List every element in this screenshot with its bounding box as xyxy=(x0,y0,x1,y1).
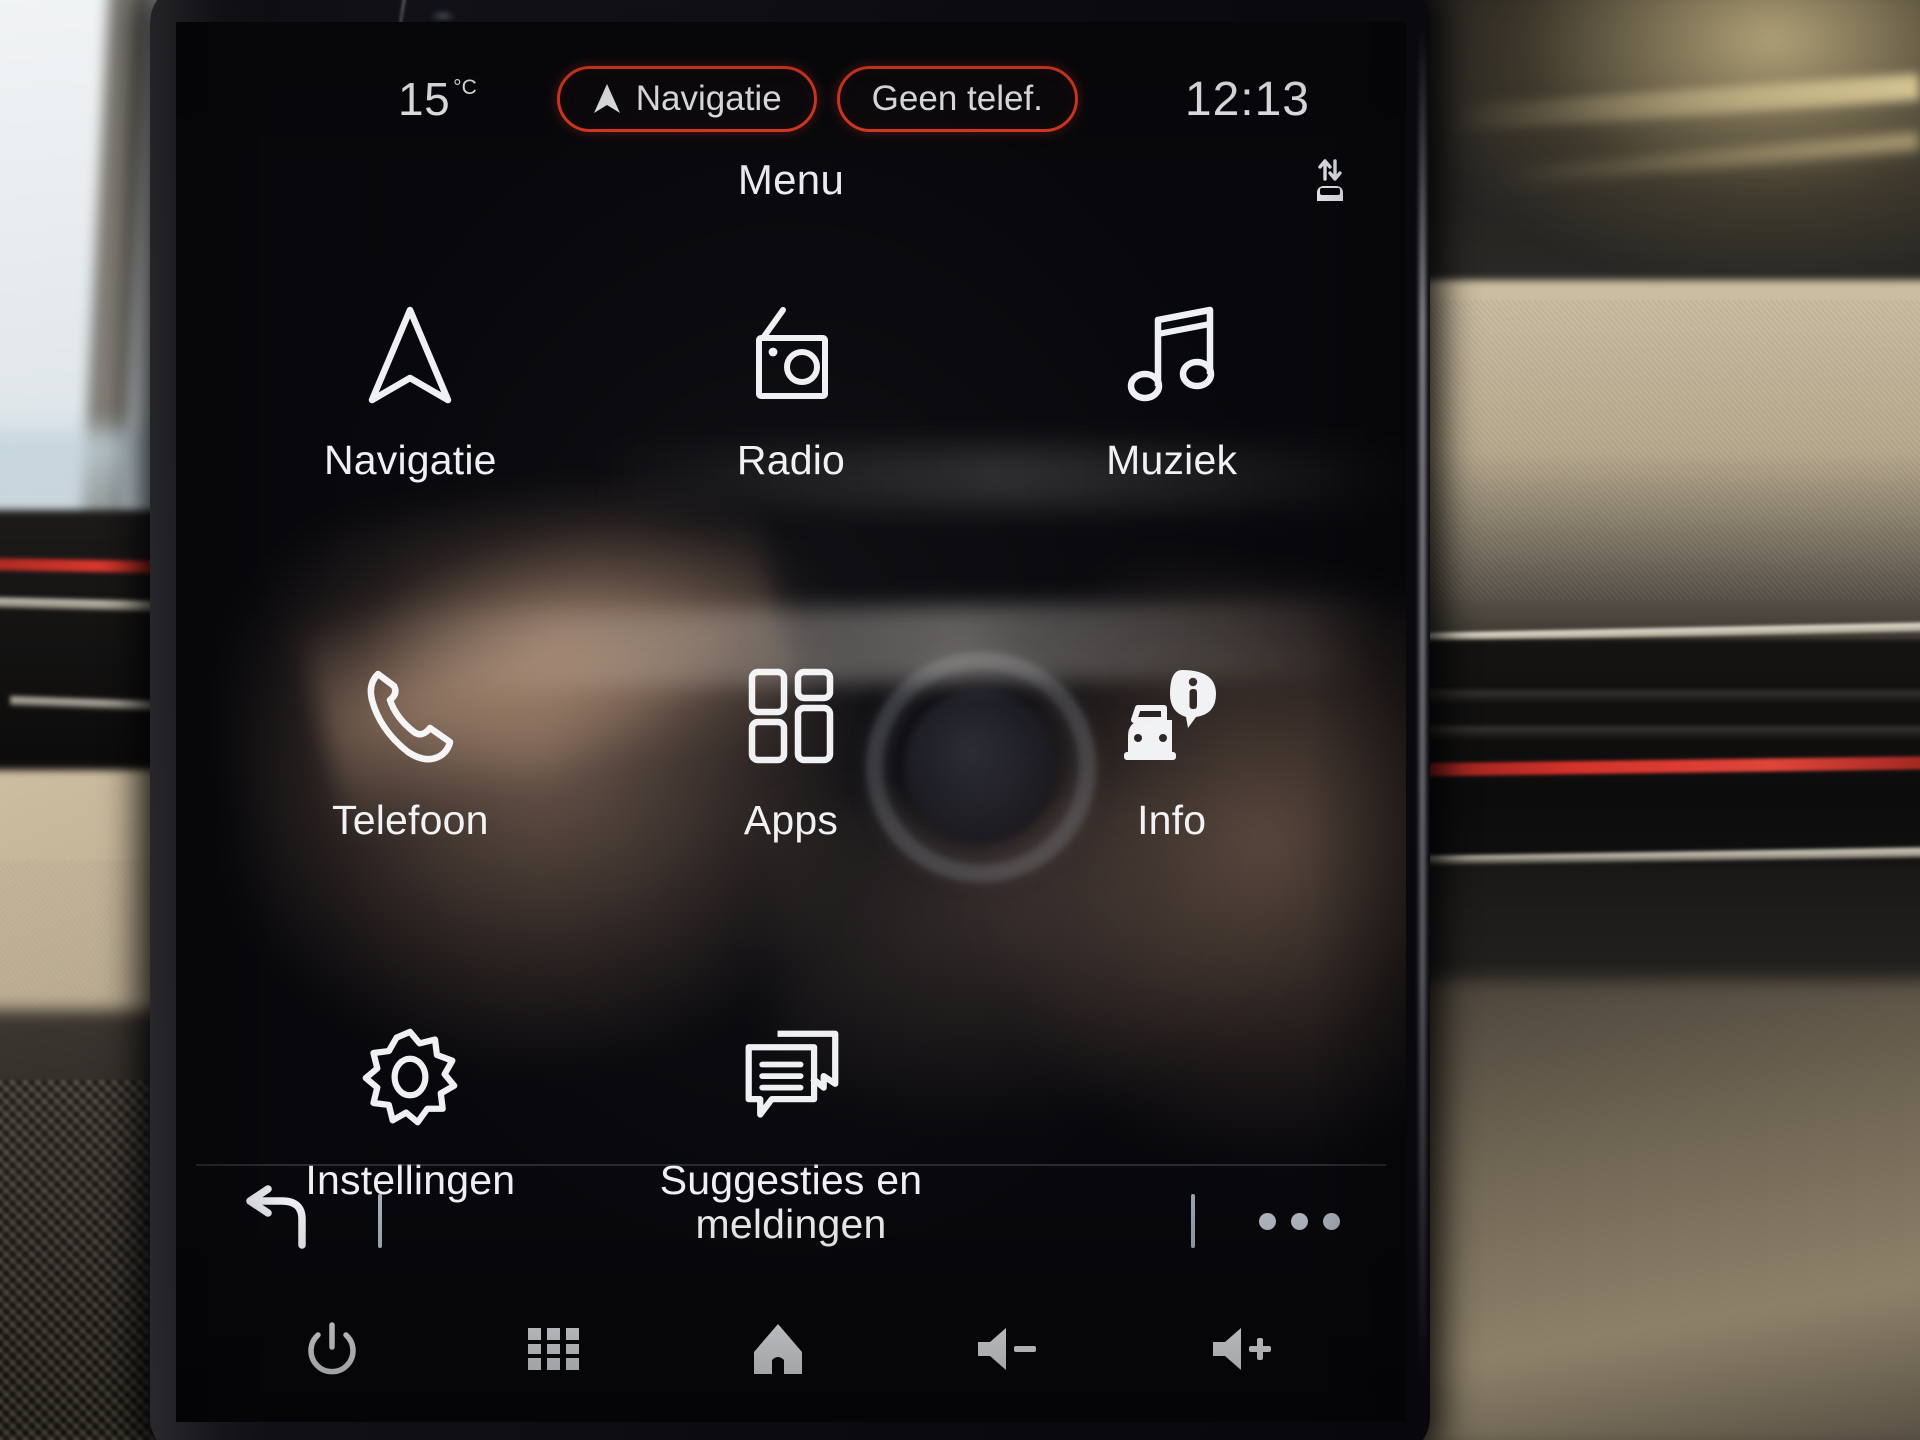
car-info-icon xyxy=(1120,638,1224,768)
dot xyxy=(1291,1212,1308,1230)
menu-grid: Navigatie Radio Muziek Telefoon Apps Inf… xyxy=(176,252,1406,1276)
menu-item-label: Radio xyxy=(736,437,846,483)
menu-item-apps[interactable]: Apps xyxy=(601,612,982,916)
volume-plus-icon xyxy=(1209,1326,1275,1372)
bezel-right-edge-highlight xyxy=(1419,24,1426,1384)
status-bar: 15 °C Navigatie Geen telef. 12:13 xyxy=(176,54,1406,144)
header: Menu xyxy=(176,142,1406,218)
more-options-dots-icon[interactable] xyxy=(1259,1212,1340,1230)
power-button[interactable] xyxy=(307,1322,357,1375)
soft-toolbar xyxy=(196,1164,1386,1276)
back-arrow-icon[interactable] xyxy=(238,1185,312,1251)
messages-icon xyxy=(739,998,843,1128)
console-lower-right xyxy=(1380,980,1920,1440)
menu-item-label: Telefoon xyxy=(332,797,489,843)
navigation-arrow-icon xyxy=(592,83,622,115)
vent-slat xyxy=(1380,726,1920,738)
menu-item-label: Apps xyxy=(743,797,839,843)
volume-down-button[interactable] xyxy=(974,1326,1040,1372)
volume-minus-icon xyxy=(974,1326,1040,1372)
volume-up-button[interactable] xyxy=(1209,1326,1275,1372)
home-button[interactable] xyxy=(752,1322,804,1376)
menu-item-label: Info xyxy=(1137,797,1207,843)
car-data-transfer-icon xyxy=(1302,150,1360,212)
status-pill-navigation[interactable]: Navigatie xyxy=(556,66,817,132)
apps-button[interactable] xyxy=(526,1326,583,1372)
radio-icon xyxy=(739,278,843,408)
toolbar-divider-left xyxy=(378,1194,382,1248)
page-title: Menu xyxy=(737,156,845,203)
bezel-speck xyxy=(430,10,456,22)
menu-item-label: Muziek xyxy=(1106,437,1238,483)
menu-item-navigatie[interactable]: Navigatie xyxy=(220,252,601,556)
music-note-icon xyxy=(1124,278,1220,408)
gear-icon xyxy=(360,998,460,1128)
navigation-arrow-icon xyxy=(366,278,454,408)
menu-item-telefoon[interactable]: Telefoon xyxy=(220,612,601,916)
dot xyxy=(1259,1212,1276,1230)
hardware-button-bar xyxy=(176,1286,1406,1412)
toolbar-divider-right xyxy=(1191,1194,1195,1248)
power-icon xyxy=(307,1322,357,1375)
phone-handset-icon xyxy=(360,638,460,768)
temperature-unit: °C xyxy=(453,76,477,99)
vent-slat xyxy=(1380,690,1920,702)
temperature-value: 15 xyxy=(398,73,451,125)
outside-temperature: 15 °C xyxy=(398,72,477,126)
photo-scene: 15 °C Navigatie Geen telef. 12:13 Menu N… xyxy=(0,0,1920,1440)
infotainment-display: 15 °C Navigatie Geen telef. 12:13 Menu N… xyxy=(176,22,1406,1422)
clock: 12:13 xyxy=(1184,72,1310,126)
menu-item-muziek[interactable]: Muziek xyxy=(981,252,1362,556)
dashboard-right-grain xyxy=(1380,300,1920,600)
grid-columns-icon xyxy=(526,1326,583,1372)
menu-item-info[interactable]: Info xyxy=(981,612,1362,916)
dot xyxy=(1323,1212,1340,1230)
apps-grid-icon xyxy=(744,638,838,768)
menu-item-label: Navigatie xyxy=(323,437,497,483)
status-pill-phone-label: Geen telef. xyxy=(871,79,1043,118)
status-pill-navigation-label: Navigatie xyxy=(635,79,782,118)
menu-item-radio[interactable]: Radio xyxy=(601,252,982,556)
home-icon xyxy=(752,1322,804,1376)
status-pill-phone[interactable]: Geen telef. xyxy=(836,66,1078,132)
